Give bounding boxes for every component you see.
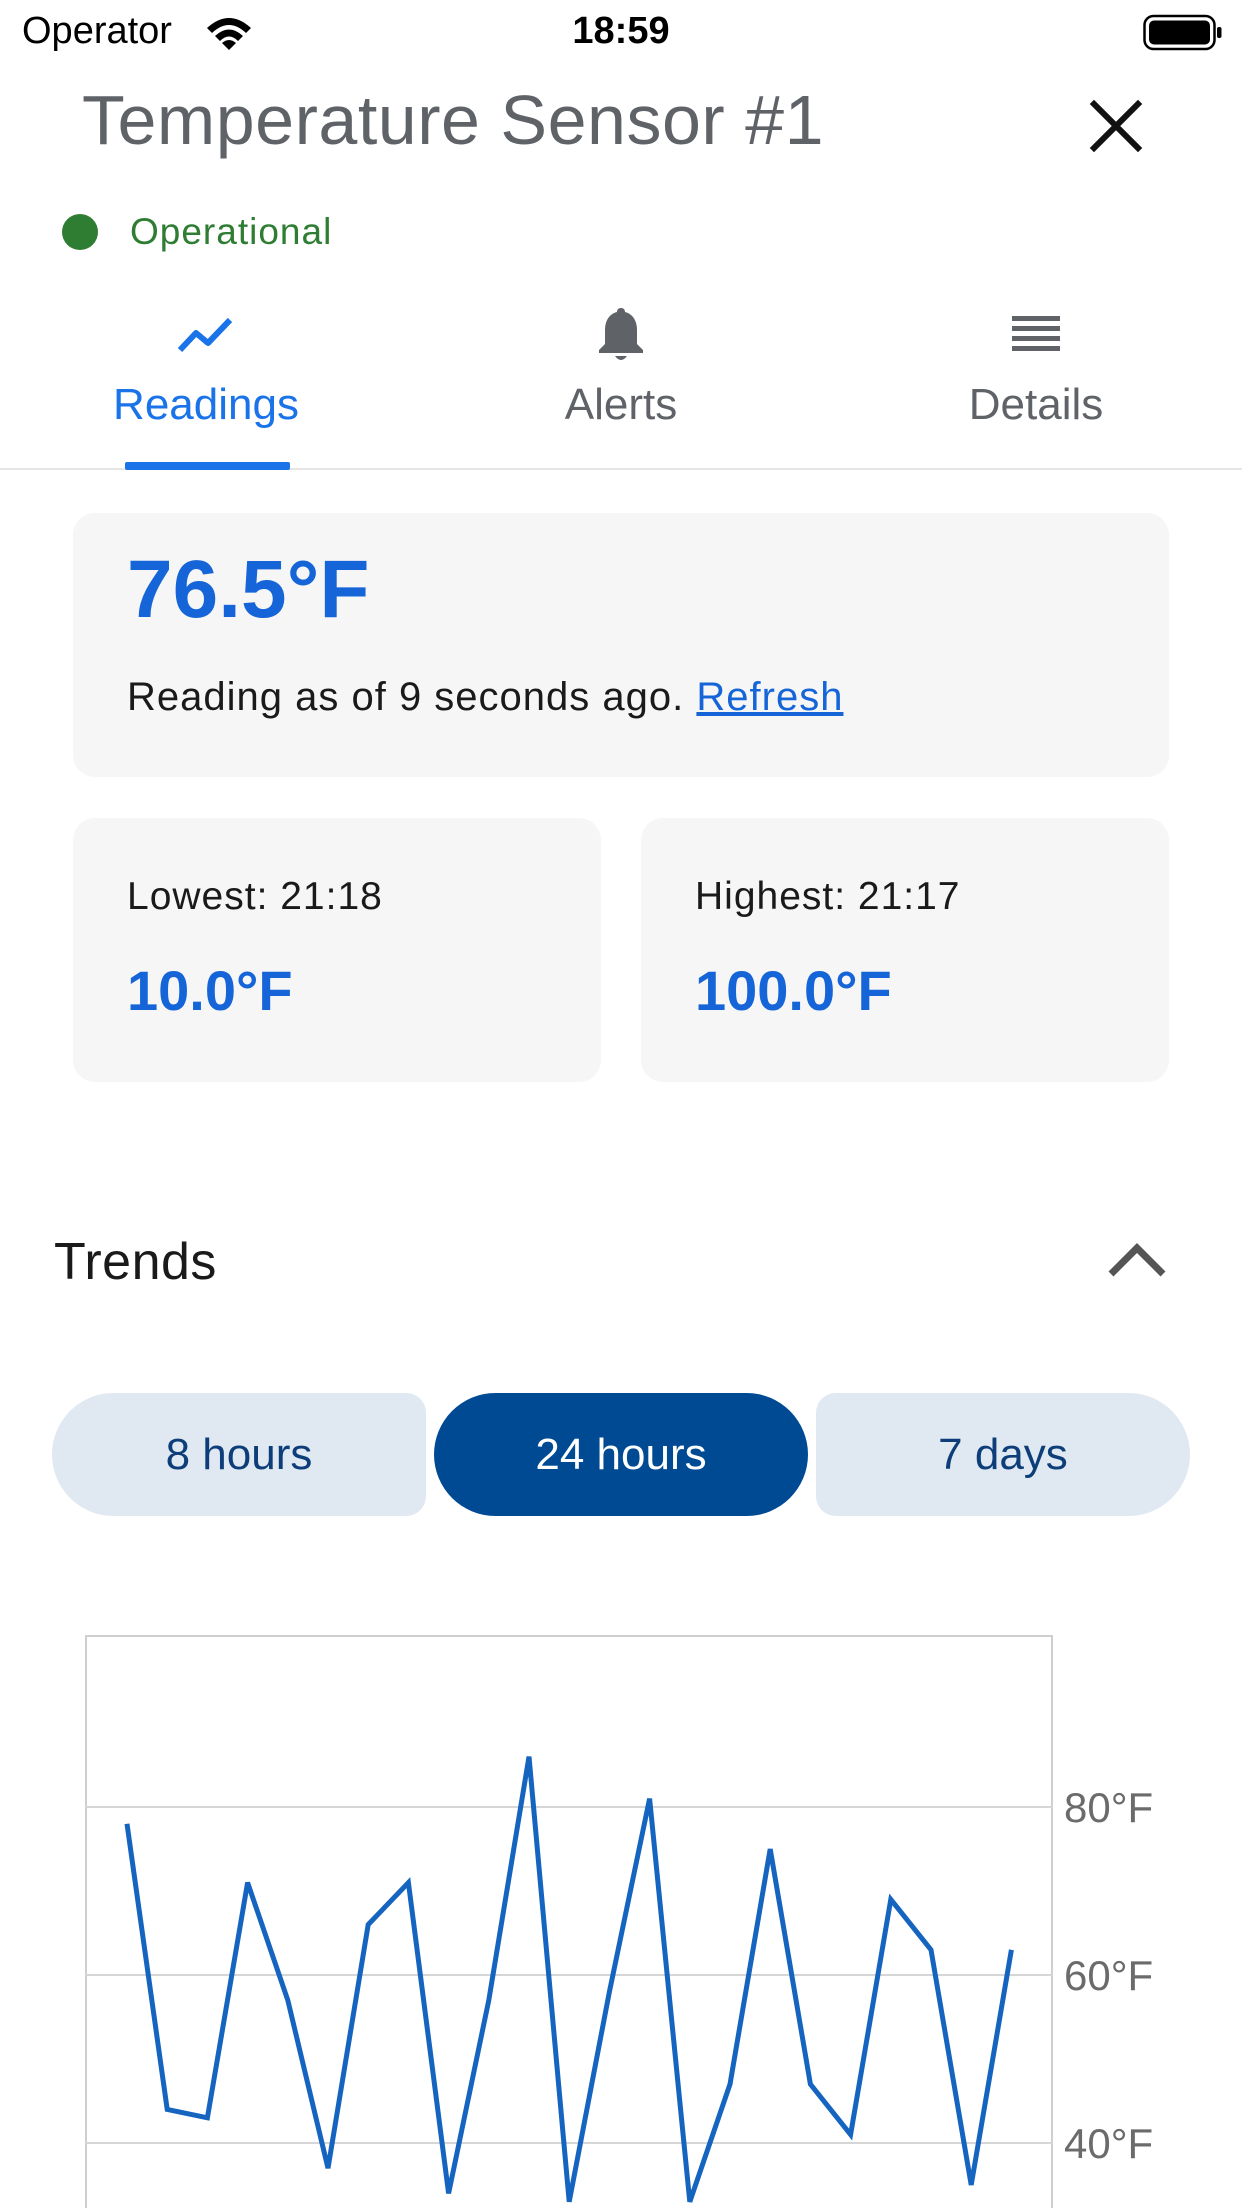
trend-line-icon xyxy=(177,317,233,353)
tab-alerts[interactable]: Alerts xyxy=(471,290,771,470)
trends-title: Trends xyxy=(54,1233,217,1291)
y-tick-label: 80°F xyxy=(1064,1784,1153,1831)
tab-label: Readings xyxy=(113,380,299,429)
bell-icon xyxy=(599,308,643,360)
highest-value: 100.0°F xyxy=(695,959,892,1022)
range-7-days[interactable]: 7 days xyxy=(816,1393,1190,1516)
tab-label: Alerts xyxy=(564,380,678,429)
status-bar: Operator 18:59 xyxy=(0,0,1242,66)
y-tick-label: 60°F xyxy=(1064,1952,1153,1999)
tab-active-indicator xyxy=(125,462,290,470)
trend-chart: 80°F 60°F 40°F xyxy=(85,1635,1153,2208)
tab-bar: Readings Alerts Details xyxy=(0,290,1242,470)
lowest-card: Lowest: 21:18 10.0°F xyxy=(73,818,601,1082)
reading-timestamp: Reading as of 9 seconds ago. Refresh xyxy=(127,675,843,720)
status-dot xyxy=(62,214,98,250)
battery-icon xyxy=(1143,14,1222,51)
series-line xyxy=(124,1756,1014,2203)
range-24-hours[interactable]: 24 hours xyxy=(434,1393,808,1516)
tab-readings[interactable]: Readings xyxy=(56,290,356,470)
current-reading-card: 76.5°F Reading as of 9 seconds ago. Refr… xyxy=(73,513,1169,777)
chevron-up-icon[interactable] xyxy=(1105,1236,1169,1286)
highest-card: Highest: 21:17 100.0°F xyxy=(641,818,1169,1082)
page-title: Temperature Sensor #1 xyxy=(82,81,825,159)
status-indicator: Operational xyxy=(62,211,333,252)
lowest-value: 10.0°F xyxy=(127,959,293,1022)
tab-label: Details xyxy=(968,380,1104,429)
clock: 18:59 xyxy=(572,10,670,52)
list-icon xyxy=(1012,316,1060,351)
close-icon[interactable] xyxy=(1082,92,1150,160)
tab-details[interactable]: Details xyxy=(886,290,1186,470)
reading-text: Reading as of 9 seconds ago. xyxy=(127,675,685,719)
current-temperature: 76.5°F xyxy=(127,544,370,635)
status-text: Operational xyxy=(130,211,333,252)
y-tick-label: 40°F xyxy=(1064,2120,1153,2167)
lowest-label: Lowest: 21:18 xyxy=(127,875,383,918)
range-8-hours[interactable]: 8 hours xyxy=(52,1393,426,1516)
highest-label: Highest: 21:17 xyxy=(695,875,961,918)
time-range-selector: 8 hours 24 hours 7 days xyxy=(52,1393,1190,1516)
refresh-link[interactable]: Refresh xyxy=(696,675,843,719)
